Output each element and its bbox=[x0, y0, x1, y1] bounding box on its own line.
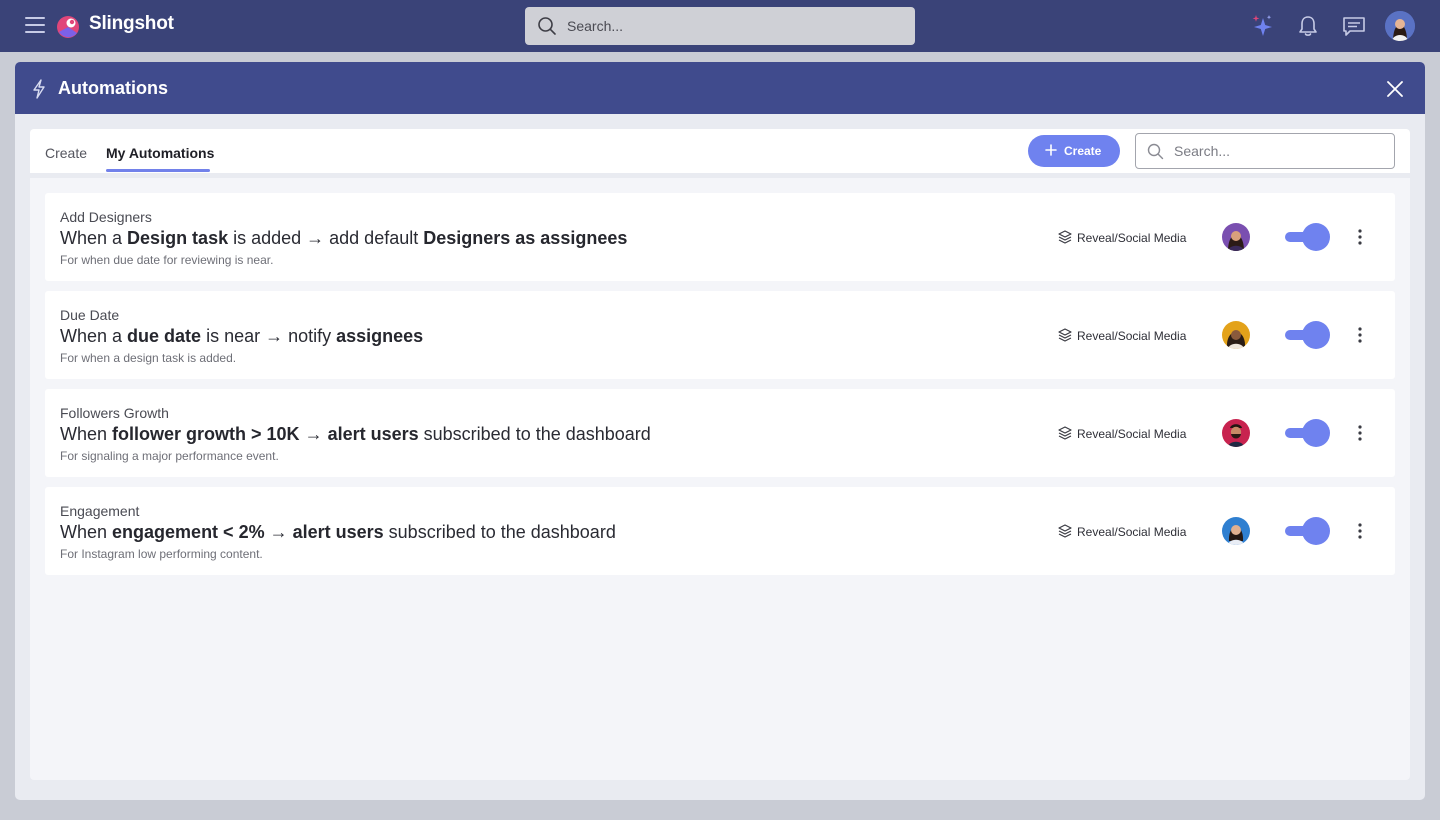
modal-header: Automations bbox=[15, 62, 1425, 114]
automation-rule: When a Design task is added → add defaul… bbox=[60, 228, 627, 249]
workspace-label: Reveal/Social Media bbox=[1077, 427, 1187, 441]
automation-toggle[interactable] bbox=[1285, 223, 1331, 251]
rule-text: assignees bbox=[336, 326, 424, 346]
user-avatar-image bbox=[1385, 11, 1415, 41]
search-icon bbox=[538, 17, 556, 35]
automation-search[interactable] bbox=[1135, 133, 1395, 169]
more-vertical-icon[interactable] bbox=[1350, 227, 1370, 247]
global-search[interactable] bbox=[525, 7, 915, 45]
owner-avatar bbox=[1222, 223, 1250, 251]
rule-text: alert users bbox=[327, 424, 419, 444]
sparkle-icon[interactable] bbox=[1249, 13, 1275, 39]
automation-rule: When follower growth > 10K → alert users… bbox=[60, 424, 651, 445]
rule-text: engagement < 2% bbox=[112, 522, 265, 542]
menu-icon[interactable] bbox=[25, 17, 45, 33]
active-tab-indicator bbox=[106, 169, 210, 172]
automation-name: Followers Growth bbox=[60, 405, 169, 421]
slingshot-logo-icon bbox=[57, 16, 79, 38]
automation-toggle[interactable] bbox=[1285, 517, 1331, 545]
rule-text: → bbox=[264, 522, 293, 542]
automation-card[interactable]: Followers Growth When follower growth > … bbox=[45, 389, 1395, 477]
rule-text: due date bbox=[127, 326, 202, 346]
rule-text: follower growth > 10K bbox=[112, 424, 300, 444]
layers-icon bbox=[1058, 426, 1072, 440]
modal-title: Automations bbox=[58, 78, 168, 98]
rule-text: subscribed to the dashboard bbox=[418, 424, 651, 444]
create-button-label: Create bbox=[1064, 144, 1102, 158]
automation-name: Engagement bbox=[60, 503, 140, 519]
tab-my-automations[interactable]: My Automations bbox=[106, 145, 214, 161]
chat-icon[interactable] bbox=[1341, 13, 1367, 39]
rule-text: When a bbox=[60, 326, 128, 346]
automation-description: For signaling a major performance event. bbox=[60, 449, 279, 463]
automation-rule: When engagement < 2% → alert users subsc… bbox=[60, 522, 616, 543]
rule-text: alert users bbox=[292, 522, 384, 542]
automation-toggle[interactable] bbox=[1285, 321, 1331, 349]
automations-list: Add Designers When a Design task is adde… bbox=[30, 178, 1410, 780]
bolt-icon bbox=[33, 79, 45, 99]
layers-icon bbox=[1058, 328, 1072, 342]
automation-rule: When a due date is near → notify assigne… bbox=[60, 326, 423, 347]
plus-icon bbox=[1045, 144, 1057, 156]
more-vertical-icon[interactable] bbox=[1350, 521, 1370, 541]
more-vertical-icon[interactable] bbox=[1350, 325, 1370, 345]
rule-text: Design task bbox=[127, 228, 229, 248]
rule-text: When bbox=[60, 522, 113, 542]
search-icon bbox=[1147, 143, 1164, 160]
automation-description: For when a design task is added. bbox=[60, 351, 237, 365]
global-search-input[interactable] bbox=[567, 7, 897, 45]
rule-text: is added → add default bbox=[228, 228, 424, 248]
automation-search-input[interactable] bbox=[1174, 134, 1384, 168]
automation-description: For when due date for reviewing is near. bbox=[60, 253, 274, 267]
rule-text: → bbox=[299, 424, 328, 444]
rule-text: When a bbox=[60, 228, 128, 248]
rule-text: subscribed to the dashboard bbox=[383, 522, 616, 542]
automation-toggle[interactable] bbox=[1285, 419, 1331, 447]
layers-icon bbox=[1058, 524, 1072, 538]
rule-text: Designers as assignees bbox=[423, 228, 628, 248]
owner-avatar bbox=[1222, 419, 1250, 447]
more-vertical-icon[interactable] bbox=[1350, 423, 1370, 443]
tabs-toolbar: Create My Automations Create bbox=[30, 129, 1410, 173]
automation-name: Add Designers bbox=[60, 209, 152, 225]
bell-icon[interactable] bbox=[1295, 13, 1321, 39]
rule-text: is near → notify bbox=[201, 326, 337, 346]
workspace-label: Reveal/Social Media bbox=[1077, 329, 1187, 343]
rule-text: When bbox=[60, 424, 113, 444]
owner-avatar bbox=[1222, 517, 1250, 545]
create-button[interactable]: Create bbox=[1028, 135, 1120, 167]
automation-card[interactable]: Due Date When a due date is near → notif… bbox=[45, 291, 1395, 379]
owner-avatar bbox=[1222, 321, 1250, 349]
top-bar: Slingshot bbox=[0, 0, 1440, 52]
workspace-label: Reveal/Social Media bbox=[1077, 525, 1187, 539]
user-avatar[interactable] bbox=[1385, 11, 1415, 41]
automation-description: For Instagram low performing content. bbox=[60, 547, 263, 561]
app-name: Slingshot bbox=[89, 13, 174, 34]
layers-icon bbox=[1058, 230, 1072, 244]
automation-name: Due Date bbox=[60, 307, 120, 323]
workspace-label: Reveal/Social Media bbox=[1077, 231, 1187, 245]
tab-create[interactable]: Create bbox=[45, 145, 87, 161]
automation-card[interactable]: Engagement When engagement < 2% → alert … bbox=[45, 487, 1395, 575]
automation-card[interactable]: Add Designers When a Design task is adde… bbox=[45, 193, 1395, 281]
close-icon[interactable] bbox=[1384, 78, 1406, 100]
automations-modal: Automations Create My Automations Create bbox=[15, 62, 1425, 800]
